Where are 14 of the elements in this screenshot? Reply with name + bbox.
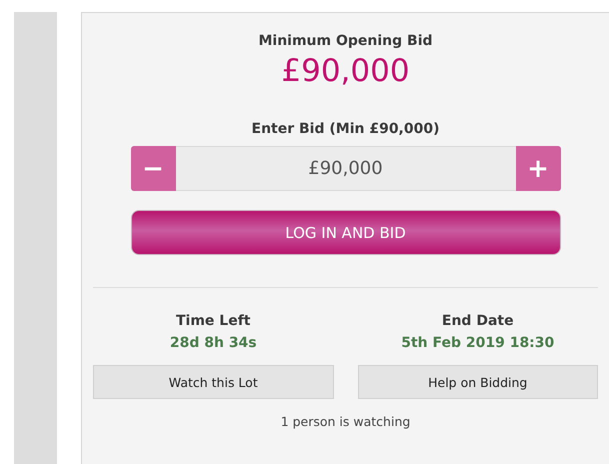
increase-button[interactable]: + [516,146,560,191]
detail-value: 28d 8h 34s [168,335,258,351]
action-button[interactable]: Help on Bidding [358,365,598,399]
detail-label: End Date [440,313,515,329]
enter-bid-label: Enter Bid (Min £90,000) [252,121,440,137]
action-button[interactable]: Watch this Lot [93,365,334,399]
opening-bid-label: Minimum Opening Bid [258,33,433,49]
detail-value: 5th Feb 2019 18:30 [400,335,556,351]
decrease-button[interactable]: − [130,146,176,191]
bid-input-field[interactable]: £90,000 [176,146,516,191]
opening-bid-amount: £90,000 [281,53,410,89]
watchers-count: 1 person is watching [280,414,410,429]
detail-label: Time Left [174,313,252,329]
login-bid-button[interactable]: LOG IN AND BID [130,210,560,255]
